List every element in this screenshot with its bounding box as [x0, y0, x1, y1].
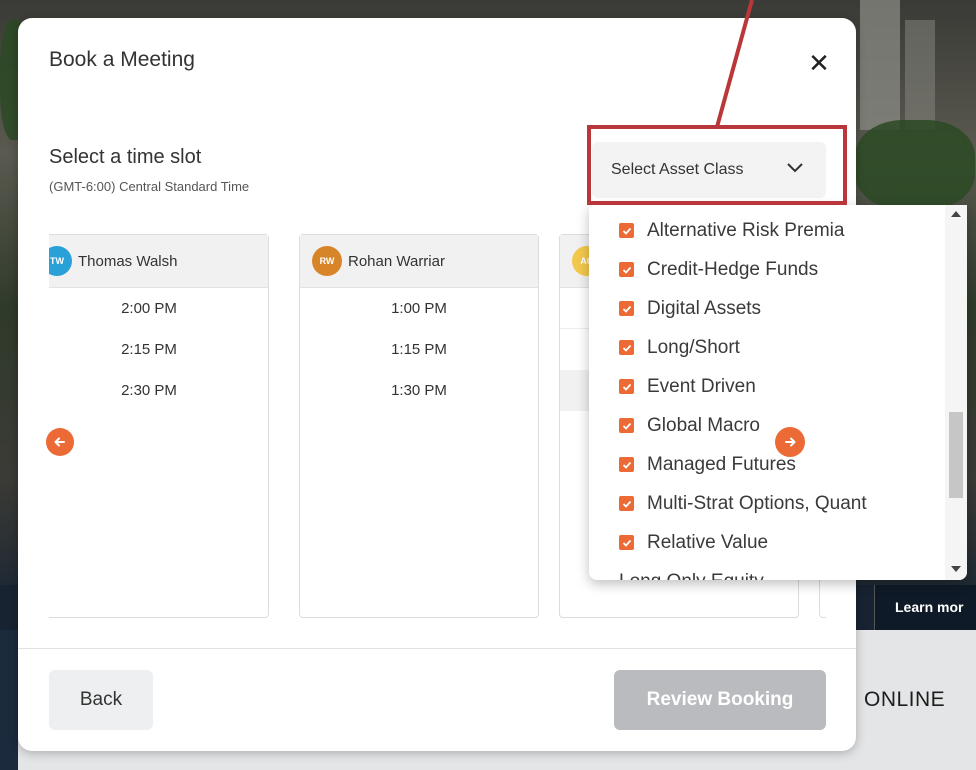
back-button[interactable]: Back [49, 670, 153, 730]
asset-class-label: Long/Short [647, 336, 740, 358]
checkbox-checked-icon[interactable] [619, 301, 634, 316]
checkbox-checked-icon[interactable] [619, 535, 634, 550]
time-slot[interactable]: 1:00 PM [300, 288, 538, 329]
annotation-highlight-box [587, 125, 847, 205]
checkbox-checked-icon[interactable] [619, 379, 634, 394]
asset-class-option[interactable]: Global Macro [619, 406, 760, 445]
avatar: RW [312, 246, 342, 276]
asset-class-option[interactable]: Multi-Strat Options, Quant [619, 484, 867, 523]
asset-class-label: Long Only Equity [619, 571, 764, 581]
review-booking-button[interactable]: Review Booking [614, 670, 826, 730]
advisor-header: RW Rohan Warriar [300, 235, 538, 288]
next-arrow-icon[interactable] [775, 427, 805, 457]
time-slot[interactable]: 2:30 PM [49, 370, 268, 411]
time-slot[interactable]: 2:00 PM [49, 288, 268, 329]
learn-more-button[interactable]: Learn mor [874, 585, 976, 630]
timezone-label: (GMT-6:00) Central Standard Time [49, 179, 250, 194]
asset-class-label: Credit-Hedge Funds [647, 258, 819, 280]
asset-class-label: Alternative Risk Premia [647, 219, 845, 241]
checkbox-checked-icon[interactable] [619, 223, 634, 238]
time-slot-heading: Select a time slot [49, 146, 202, 168]
advisor-name: Rohan Warriar [348, 252, 445, 270]
footer-divider [18, 648, 856, 649]
asset-class-option[interactable]: Alternative Risk Premia [619, 211, 844, 250]
asset-class-option[interactable]: Event Driven [619, 367, 756, 406]
asset-class-option[interactable]: Credit-Hedge Funds [619, 250, 818, 289]
scroll-up-icon[interactable] [951, 211, 961, 217]
dropdown-scrollbar[interactable] [945, 205, 967, 580]
building-shape [860, 0, 900, 130]
background-bar [0, 630, 18, 770]
previous-arrow-icon[interactable] [46, 428, 74, 456]
asset-class-option[interactable]: Managed Futures [619, 445, 796, 484]
advisor-name: Thomas Walsh [78, 252, 178, 270]
time-slot[interactable]: 2:15 PM [49, 329, 268, 370]
scrollbar-thumb[interactable] [949, 412, 963, 498]
asset-class-label: Managed Futures [647, 453, 796, 475]
asset-class-label: Digital Assets [647, 297, 762, 319]
advisor-header: TW Thomas Walsh [49, 235, 268, 288]
asset-class-label: Relative Value [647, 531, 769, 553]
asset-class-option[interactable]: Digital Assets [619, 289, 761, 328]
time-slot[interactable]: 1:30 PM [300, 370, 538, 411]
asset-class-label: Event Driven [647, 375, 756, 397]
asset-class-label: Global Macro [647, 414, 760, 436]
checkbox-checked-icon[interactable] [619, 457, 634, 472]
tree-shape [855, 120, 975, 210]
avatar: TW [49, 246, 72, 276]
advisor-column: RW Rohan Warriar 1:00 PM 1:15 PM 1:30 PM [299, 234, 539, 618]
advisor-column: TW Thomas Walsh 2:00 PM 2:15 PM 2:30 PM [49, 234, 269, 618]
modal-title: Book a Meeting [49, 48, 195, 71]
asset-class-label: Multi-Strat Options, Quant [647, 492, 867, 514]
scroll-down-icon[interactable] [951, 566, 961, 572]
checkbox-checked-icon[interactable] [619, 262, 634, 277]
time-slot[interactable]: 1:15 PM [300, 329, 538, 370]
building-shape [905, 20, 935, 130]
asset-class-option[interactable]: Long Only Equity [619, 562, 764, 581]
checkbox-checked-icon[interactable] [619, 418, 634, 433]
asset-class-option[interactable]: Long/Short [619, 328, 740, 367]
online-heading: ONLINE [864, 688, 946, 711]
checkbox-checked-icon[interactable] [619, 340, 634, 355]
asset-class-option[interactable]: Relative Value [619, 523, 768, 562]
checkbox-checked-icon[interactable] [619, 496, 634, 511]
close-icon[interactable]: ✕ [804, 48, 834, 78]
asset-class-dropdown: Alternative Risk Premia Credit-Hedge Fun… [589, 205, 967, 580]
